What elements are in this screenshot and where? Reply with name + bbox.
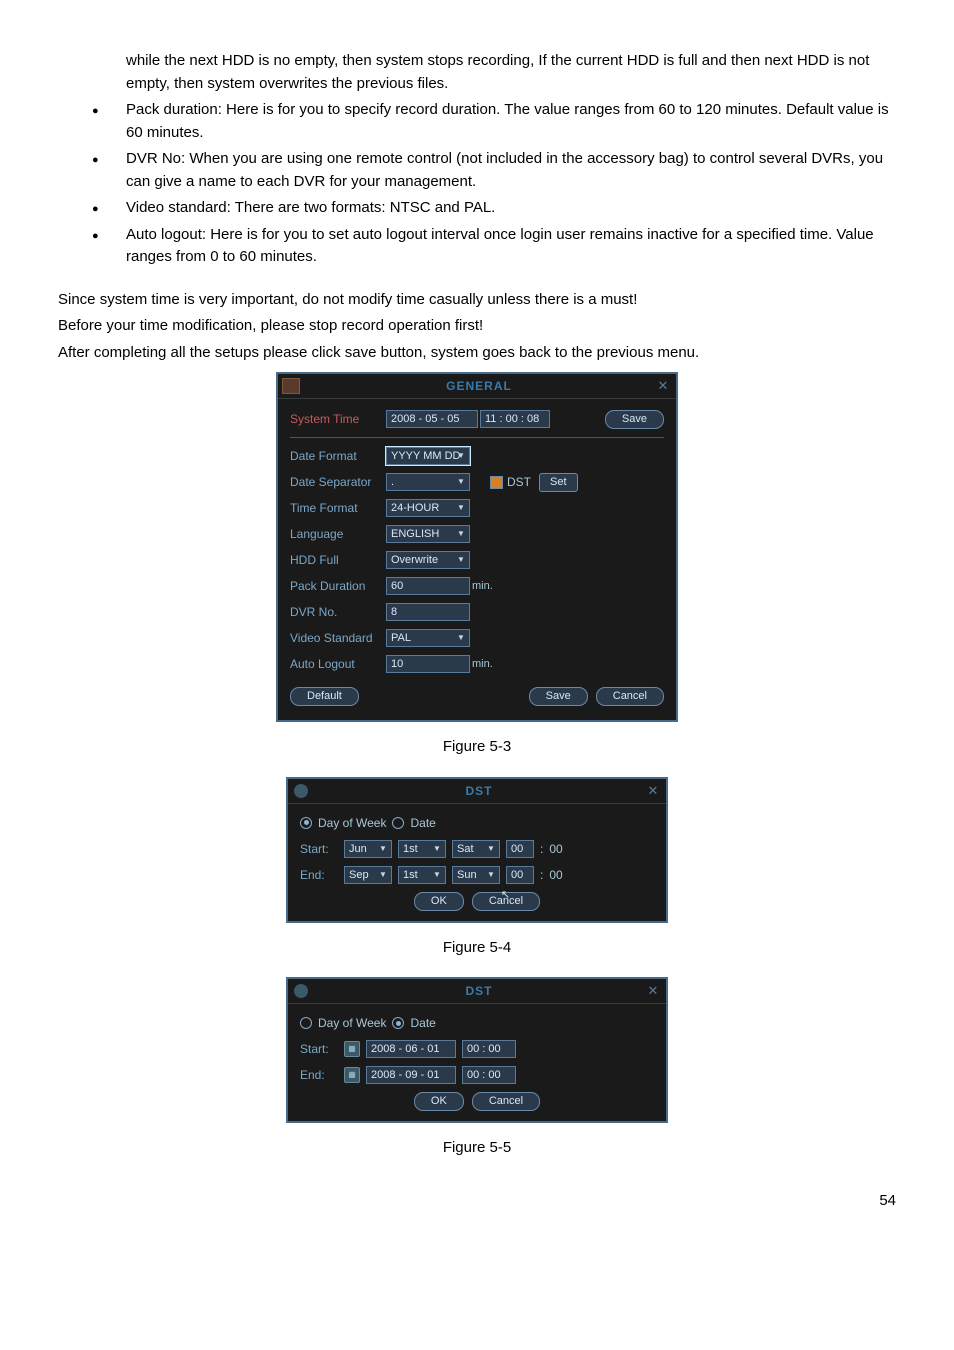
min-unit-2: min. xyxy=(472,656,493,673)
dst-checkbox[interactable] xyxy=(490,476,503,489)
figure-5-3-caption: Figure 5-3 xyxy=(58,736,896,759)
chevron-down-icon: ▼ xyxy=(431,867,443,883)
end-mm: 00 xyxy=(549,866,562,884)
start-date-input[interactable]: 2008 - 06 - 01 xyxy=(366,1040,456,1058)
day-of-week-label: Day of Week xyxy=(318,1014,386,1032)
end-day-select[interactable]: Sun▼ xyxy=(452,866,500,884)
dvr-no-input[interactable]: 8 xyxy=(386,603,470,621)
close-icon[interactable]: ✕ xyxy=(644,981,662,1001)
general-icon xyxy=(282,377,300,395)
video-standard-select[interactable]: PAL▼ xyxy=(386,629,470,647)
ok-button[interactable]: OK xyxy=(414,892,464,911)
save-time-button[interactable]: Save xyxy=(605,410,664,429)
cancel-button[interactable]: Cancel xyxy=(472,1092,540,1111)
bullet-pack-duration: Pack duration: Here is for you to specif… xyxy=(58,99,896,144)
start-label: Start: xyxy=(300,840,338,858)
paragraph-2: Before your time modification, please st… xyxy=(58,315,896,338)
date-format-label: Date Format xyxy=(290,447,386,465)
start-hh-input[interactable]: 00 xyxy=(506,840,534,858)
end-hh-input[interactable]: 00 xyxy=(506,866,534,884)
day-of-week-radio[interactable] xyxy=(300,817,312,829)
dst-dialog-2: DST ✕ Day of Week Date Start: ▦ 2008 - 0… xyxy=(286,977,668,1123)
start-week-select[interactable]: 1st▼ xyxy=(398,840,446,858)
default-button[interactable]: Default xyxy=(290,687,359,706)
bullet-auto-logout: Auto logout: Here is for you to set auto… xyxy=(58,224,896,269)
set-button[interactable]: Set xyxy=(539,473,578,492)
close-icon[interactable]: ✕ xyxy=(654,376,672,396)
general-dialog: GENERAL ✕ System Time 2008 - 05 - 05 11 … xyxy=(276,372,678,722)
chevron-down-icon: ▼ xyxy=(377,867,389,883)
bullet-dvr-no: DVR No: When you are using one remote co… xyxy=(58,148,896,193)
system-time-time-input[interactable]: 11 : 00 : 08 xyxy=(480,410,550,428)
cancel-button[interactable]: Cancel xyxy=(596,687,664,706)
dst-title: DST xyxy=(314,782,644,800)
intro-text: while the next HDD is no empty, then sys… xyxy=(126,50,896,95)
auto-logout-label: Auto Logout xyxy=(290,655,386,673)
bullet-video-standard: Video standard: There are two formats: N… xyxy=(58,197,896,220)
chevron-down-icon: ▼ xyxy=(431,841,443,857)
chevron-down-icon: ▼ xyxy=(455,500,467,516)
figure-5-4-caption: Figure 5-4 xyxy=(58,937,896,960)
end-label: End: xyxy=(300,866,338,884)
date-format-select[interactable]: YYYY MM DD▼ xyxy=(386,447,470,465)
general-title: GENERAL xyxy=(304,377,654,395)
end-week-select[interactable]: 1st▼ xyxy=(398,866,446,884)
pack-duration-label: Pack Duration xyxy=(290,577,386,595)
dst-label: DST xyxy=(507,473,531,491)
cancel-button[interactable]: Cancel↖ xyxy=(472,892,540,911)
cursor-icon: ↖ xyxy=(501,887,510,904)
date-separator-label: Date Separator xyxy=(290,473,386,491)
time-format-label: Time Format xyxy=(290,499,386,517)
close-icon[interactable]: ✕ xyxy=(644,781,662,801)
hdd-full-label: HDD Full xyxy=(290,551,386,569)
language-label: Language xyxy=(290,525,386,543)
chevron-down-icon: ▼ xyxy=(485,867,497,883)
paragraph-1: Since system time is very important, do … xyxy=(58,289,896,312)
end-date-input[interactable]: 2008 - 09 - 01 xyxy=(366,1066,456,1084)
chevron-down-icon: ▼ xyxy=(455,630,467,646)
start-month-select[interactable]: Jun▼ xyxy=(344,840,392,858)
save-button[interactable]: Save xyxy=(529,687,588,706)
ok-button[interactable]: OK xyxy=(414,1092,464,1111)
min-unit: min. xyxy=(472,578,493,595)
chevron-down-icon: ▼ xyxy=(455,552,467,568)
date-radio[interactable] xyxy=(392,1017,404,1029)
date-label: Date xyxy=(410,814,435,832)
time-format-select[interactable]: 24-HOUR▼ xyxy=(386,499,470,517)
date-label: Date xyxy=(410,1014,435,1032)
date-radio[interactable] xyxy=(392,817,404,829)
video-standard-label: Video Standard xyxy=(290,629,386,647)
day-of-week-radio[interactable] xyxy=(300,1017,312,1029)
calendar-icon[interactable]: ▦ xyxy=(344,1041,360,1057)
dst-icon xyxy=(292,782,310,800)
system-time-date-input[interactable]: 2008 - 05 - 05 xyxy=(386,410,478,428)
dst-icon xyxy=(292,982,310,1000)
calendar-icon[interactable]: ▦ xyxy=(344,1067,360,1083)
date-separator-select[interactable]: .▼ xyxy=(386,473,470,491)
day-of-week-label: Day of Week xyxy=(318,814,386,832)
language-select[interactable]: ENGLISH▼ xyxy=(386,525,470,543)
end-label: End: xyxy=(300,1066,338,1084)
paragraph-3: After completing all the setups please c… xyxy=(58,342,896,365)
start-mm: 00 xyxy=(549,840,562,858)
chevron-down-icon: ▼ xyxy=(455,448,467,464)
chevron-down-icon: ▼ xyxy=(455,526,467,542)
chevron-down-icon: ▼ xyxy=(485,841,497,857)
dvr-no-label: DVR No. xyxy=(290,603,386,621)
hdd-full-select[interactable]: Overwrite▼ xyxy=(386,551,470,569)
chevron-down-icon: ▼ xyxy=(377,841,389,857)
auto-logout-input[interactable]: 10 xyxy=(386,655,470,673)
dst-title: DST xyxy=(314,982,644,1000)
start-day-select[interactable]: Sat▼ xyxy=(452,840,500,858)
end-time-input[interactable]: 00 : 00 xyxy=(462,1066,516,1084)
page-number: 54 xyxy=(58,1190,896,1213)
start-label: Start: xyxy=(300,1040,338,1058)
dst-dialog-1: DST ✕ Day of Week Date Start: Jun▼ 1st▼ … xyxy=(286,777,668,923)
start-time-input[interactable]: 00 : 00 xyxy=(462,1040,516,1058)
pack-duration-input[interactable]: 60 xyxy=(386,577,470,595)
figure-5-5-caption: Figure 5-5 xyxy=(58,1137,896,1160)
chevron-down-icon: ▼ xyxy=(455,474,467,490)
end-month-select[interactable]: Sep▼ xyxy=(344,866,392,884)
system-time-label: System Time xyxy=(290,410,386,428)
